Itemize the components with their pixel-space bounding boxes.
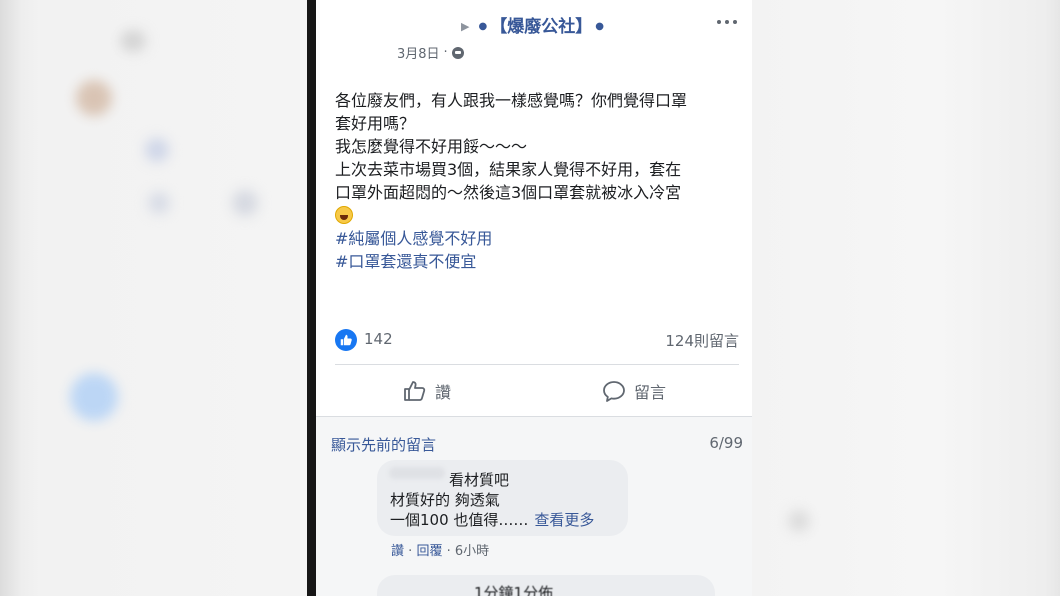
meta-separator: · [443, 45, 448, 60]
blurred-shape [232, 190, 258, 216]
hashtag-link[interactable]: #純屬個人感覺不好用 [335, 229, 492, 248]
divider [335, 364, 739, 365]
post-header: ▶ ● 【爆廢公社】 ● [316, 12, 752, 37]
blurred-shape [70, 373, 118, 421]
like-button-label: 讚 [435, 383, 452, 402]
blurred-shape [145, 138, 169, 162]
comment-line: 一個100 也值得…… [390, 511, 529, 529]
dot-icon: ● [478, 21, 488, 32]
page-name-link[interactable]: 【爆廢公社】 [490, 17, 592, 37]
dot-icon: ● [595, 21, 604, 32]
comment-page-count: 6/99 [709, 434, 743, 452]
see-more-link[interactable]: 查看更多 [534, 511, 594, 529]
post-body: 各位廢友們，有人跟我一樣感覺嗎？你們覺得口罩 套好用嗎？ 我怎麼覺得不好用餒～～… [335, 89, 745, 273]
hashtag-link[interactable]: #口罩套還真不便宜 [335, 252, 476, 271]
post-text-line: 各位廢友們，有人跟我一樣感覺嗎？你們覺得口罩 [335, 91, 688, 110]
comments-section: 顯示先前的留言 6/99 看材質吧 材質好的 夠透氣 一個100 也值得…… 查看… [316, 417, 752, 596]
post-date[interactable]: 3月8日 [397, 43, 440, 62]
comment-button-label: 留言 [634, 383, 667, 402]
action-separator: · [446, 544, 451, 559]
post-text-line: 我怎麼覺得不好用餒～～～ [335, 137, 528, 156]
action-separator: · [408, 544, 413, 559]
comment-count[interactable]: 124則留言 [665, 330, 739, 351]
reaction-summary: 142 124則留言 [335, 327, 739, 353]
privacy-icon[interactable] [451, 46, 464, 59]
comment-actions: 讚 · 回覆 · 6小時 [391, 540, 489, 559]
blurred-shape [788, 510, 810, 532]
post-card: ▶ ● 【爆廢公社】 ● 3月8日 · 各位廢友們，有人跟我一樣感覺嗎？你們覺得口罩 … [316, 0, 752, 596]
comment-reply-link[interactable]: 回覆 [416, 544, 442, 559]
thumbs-up-icon [404, 381, 426, 401]
dark-divider-bar [307, 0, 316, 596]
comment-line: 看材質吧 [449, 471, 510, 489]
comment-bubble: 1分鐘1分佈 [377, 575, 715, 596]
blurred-avatar [76, 80, 112, 116]
show-previous-comments-link[interactable]: 顯示先前的留言 [331, 434, 436, 455]
comment-button[interactable]: 留言 [602, 372, 666, 410]
comment-text: 1分鐘1分佈 [474, 584, 554, 596]
blurred-background-left [0, 0, 307, 596]
post-meta: 3月8日 · [397, 43, 464, 62]
like-reaction-icon[interactable] [335, 329, 357, 351]
post-text-line: 上次去菜市場買3個，結果家人覺得不好用，套在 [335, 160, 682, 179]
triangle-right-icon: ▶ [461, 20, 470, 33]
comment-like-link[interactable]: 讚 [391, 544, 404, 559]
post-text-line: 口罩外面超悶的～然後這3個口罩套就被冰入冷宮 [335, 183, 682, 202]
like-button[interactable]: 讚 [403, 372, 451, 410]
post-actions: 讚 留言 [335, 372, 739, 410]
blurred-background-right [752, 0, 1060, 596]
comment-time[interactable]: 6小時 [455, 544, 489, 559]
laughing-emoji-icon [335, 206, 353, 224]
more-options-icon[interactable] [714, 14, 740, 30]
like-count[interactable]: 142 [364, 330, 393, 348]
blurred-shape [148, 192, 170, 214]
comment-bubble: 看材質吧 材質好的 夠透氣 一個100 也值得…… 查看更多 [377, 460, 628, 536]
comment-line: 材質好的 夠透氣 [390, 491, 500, 509]
comment-bubble-icon [603, 381, 625, 402]
emoji-line [335, 204, 745, 227]
post-text-line: 套好用嗎？ [335, 114, 416, 133]
blurred-shape [120, 30, 146, 52]
comment-text: 看材質吧 材質好的 夠透氣 一個100 也值得…… 查看更多 [390, 470, 594, 530]
